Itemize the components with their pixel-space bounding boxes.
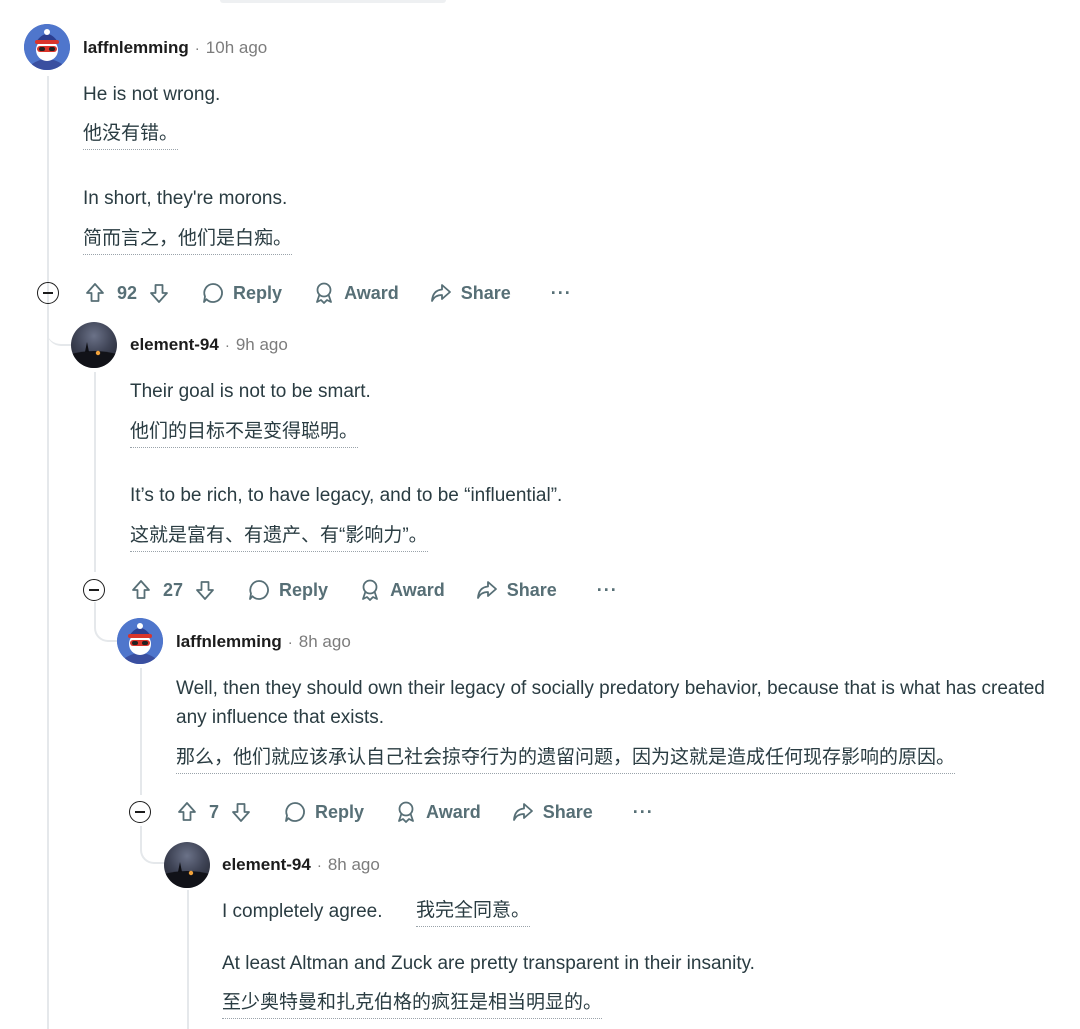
avatar[interactable] xyxy=(117,618,163,664)
more-icon[interactable]: ··· xyxy=(551,283,572,304)
upvote-icon[interactable] xyxy=(83,281,107,305)
comment-text: Well, then they should own their legacy … xyxy=(176,678,1045,728)
thread-line-level-2[interactable] xyxy=(140,668,142,795)
award-label: Award xyxy=(344,282,399,303)
comment-actions: 7 Reply Award Share ··· xyxy=(129,796,654,828)
author-name[interactable]: laffnlemming xyxy=(83,38,189,58)
reply-label: Reply xyxy=(315,801,365,822)
meta-separator: · xyxy=(287,633,293,651)
comment-text: In short, they're morons. xyxy=(83,188,288,209)
comment-text: Their goal is not to be smart. xyxy=(130,381,371,402)
thread-elbow-level-2 xyxy=(94,602,120,642)
share-icon xyxy=(512,803,533,821)
comment-text: I completely agree. xyxy=(222,901,383,922)
timestamp[interactable]: 8h ago xyxy=(328,855,380,875)
collapse-icon[interactable] xyxy=(37,282,59,304)
thread-elbow-level-1 xyxy=(47,310,71,346)
award-icon xyxy=(316,282,332,304)
share-button[interactable]: Share xyxy=(511,800,593,824)
translation-text: 那么，他们就应该承认自己社会掠夺行为的遗留问题，因为这就是造成任何现存影响的原因… xyxy=(176,745,956,774)
share-icon xyxy=(430,284,451,302)
share-label: Share xyxy=(542,801,593,822)
snoo-avatar-icon xyxy=(24,24,70,70)
award-button[interactable]: Award xyxy=(312,281,399,305)
author-name[interactable]: element-94 xyxy=(222,855,311,875)
comment-actions: 27 Reply Award Share ··· xyxy=(83,574,618,606)
meta-separator: · xyxy=(316,856,322,874)
comment-text: At least Altman and Zuck are pretty tran… xyxy=(222,953,755,974)
award-button[interactable]: Award xyxy=(358,578,445,602)
share-label: Share xyxy=(506,579,557,600)
more-icon[interactable]: ··· xyxy=(633,802,654,823)
upvote-icon[interactable] xyxy=(129,578,153,602)
upvote-icon[interactable] xyxy=(175,800,199,824)
snoo-avatar-icon xyxy=(117,618,163,664)
downvote-icon[interactable] xyxy=(147,281,171,305)
night-scene-avatar-icon xyxy=(164,862,210,888)
collapse-icon[interactable] xyxy=(129,801,151,823)
thread-elbow-level-3 xyxy=(140,826,166,864)
reply-label: Reply xyxy=(233,282,283,303)
share-label: Share xyxy=(460,282,511,303)
reply-icon xyxy=(249,580,269,600)
downvote-icon[interactable] xyxy=(193,578,217,602)
more-icon[interactable]: ··· xyxy=(597,580,618,601)
comment-meta: element-94 · 9h ago xyxy=(130,333,288,357)
downvote-icon[interactable] xyxy=(229,800,253,824)
previous-element-edge xyxy=(220,0,446,3)
reply-button[interactable]: Reply xyxy=(201,281,282,305)
share-icon xyxy=(476,581,497,599)
reply-button[interactable]: Reply xyxy=(283,800,364,824)
translation-text: 他们的目标不是变得聪明。 xyxy=(130,419,359,448)
vote-score: 27 xyxy=(163,579,184,600)
award-icon xyxy=(362,579,378,601)
translation-text: 简而言之，他们是白痴。 xyxy=(83,226,293,255)
avatar[interactable] xyxy=(71,322,117,368)
reply-icon xyxy=(203,283,223,303)
comment-text: He is not wrong. xyxy=(83,84,221,105)
thread-line-level-0[interactable] xyxy=(47,76,49,1029)
vote-score: 92 xyxy=(117,282,138,303)
reply-button[interactable]: Reply xyxy=(247,578,328,602)
comment-actions: 92 Reply Award Share ··· xyxy=(37,277,572,309)
award-label: Award xyxy=(426,801,481,822)
comment-text: It’s to be rich, to have legacy, and to … xyxy=(130,485,563,506)
timestamp[interactable]: 9h ago xyxy=(236,335,288,355)
comment-meta: laffnlemming · 10h ago xyxy=(83,36,267,60)
translation-text: 我完全同意。 xyxy=(416,898,531,927)
reply-icon xyxy=(285,802,305,822)
timestamp[interactable]: 10h ago xyxy=(206,38,267,58)
translation-text: 至少奥特曼和扎克伯格的疯狂是相当明显的。 xyxy=(222,990,603,1019)
author-name[interactable]: element-94 xyxy=(130,335,219,355)
author-name[interactable]: laffnlemming xyxy=(176,632,282,652)
reply-label: Reply xyxy=(279,579,329,600)
night-scene-avatar-icon xyxy=(71,342,117,368)
comment-meta: laffnlemming · 8h ago xyxy=(176,630,351,654)
share-button[interactable]: Share xyxy=(429,281,511,305)
vote-score: 7 xyxy=(209,801,220,822)
avatar[interactable] xyxy=(164,842,210,888)
award-label: Award xyxy=(390,579,445,600)
comment-meta: element-94 · 8h ago xyxy=(222,853,380,877)
collapse-icon[interactable] xyxy=(83,579,105,601)
award-icon xyxy=(398,801,414,823)
avatar[interactable] xyxy=(24,24,70,70)
share-button[interactable]: Share xyxy=(475,578,557,602)
timestamp[interactable]: 8h ago xyxy=(299,632,351,652)
thread-line-level-1[interactable] xyxy=(94,372,96,572)
thread-line-level-3[interactable] xyxy=(187,890,189,1029)
translation-text: 他没有错。 xyxy=(83,121,179,150)
meta-separator: · xyxy=(224,336,230,354)
award-button[interactable]: Award xyxy=(394,800,481,824)
translation-text: 这就是富有、有遗产、有“影响力”。 xyxy=(130,523,428,552)
meta-separator: · xyxy=(194,39,200,57)
